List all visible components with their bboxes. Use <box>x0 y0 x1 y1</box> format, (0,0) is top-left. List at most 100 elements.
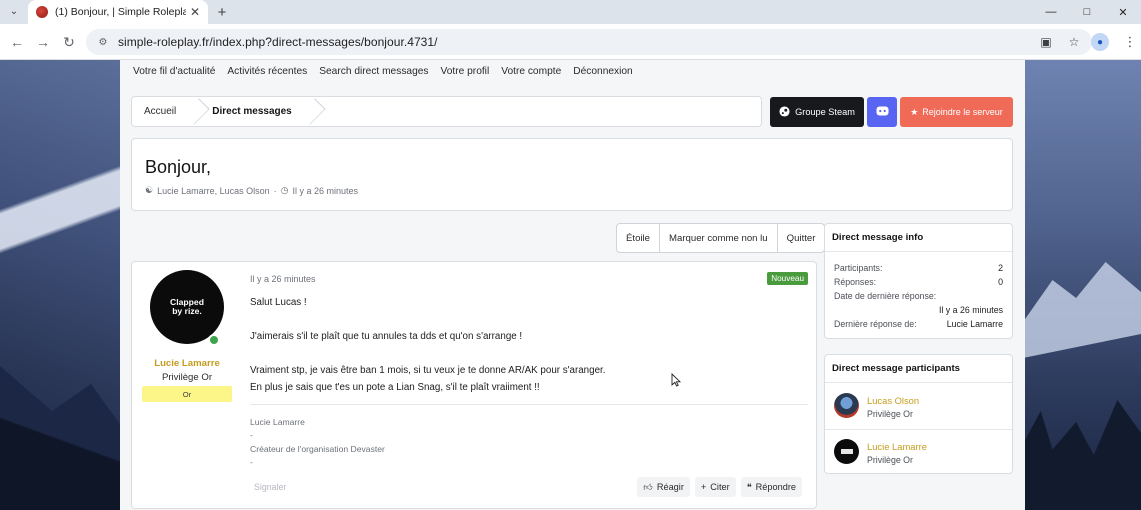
background-mountains-right <box>1023 60 1141 510</box>
dm-info-box: Direct message info Participants: 2 Répo… <box>824 223 1013 339</box>
reload-icon[interactable]: ↻ <box>60 33 78 51</box>
mark-unread-button[interactable]: Marquer comme non lu <box>659 224 777 252</box>
nav-link-profile[interactable]: Votre profil <box>441 66 490 77</box>
message-line: Salut Lucas ! <box>250 297 307 308</box>
tab-close-icon[interactable]: ✕ <box>190 5 200 19</box>
install-app-icon[interactable]: ▣ <box>1038 34 1054 50</box>
nav-link-news-feed[interactable]: Votre fil d'actualité <box>133 66 215 77</box>
breadcrumb-home[interactable]: Accueil <box>132 97 190 126</box>
message-body: Il y a 26 minutes Nouveau Salut Lucas ! … <box>250 262 810 510</box>
message-time[interactable]: Il y a 26 minutes <box>250 274 316 284</box>
bookmark-star-icon[interactable]: ☆ <box>1066 34 1082 50</box>
info-last-date-row: Date de dernière réponse: <box>834 291 1003 301</box>
steam-icon <box>779 105 790 119</box>
maximize-icon[interactable]: □ <box>1069 0 1105 24</box>
new-badge: Nouveau <box>767 272 808 285</box>
info-last-date-label: Date de dernière réponse: <box>834 291 937 301</box>
message-line: J'aimerais s'il te plaît que tu annules … <box>250 331 523 342</box>
thread-time: Il y a 26 minutes <box>292 185 359 196</box>
discord-icon <box>876 106 889 119</box>
page-viewport: Votre fil d'actualité Activités récentes… <box>0 60 1141 510</box>
info-last-date-value-row: Il y a 26 minutes <box>834 305 1003 315</box>
report-link[interactable]: Signaler <box>254 482 286 492</box>
breadcrumb-current[interactable]: Direct messages <box>200 97 306 126</box>
browser-menu-icon[interactable]: ⋮ <box>1123 33 1137 51</box>
dm-participants-title: Direct message participants <box>825 355 1012 383</box>
breadcrumb: Accueil Direct messages <box>131 96 762 127</box>
site-info-icon[interactable]: ⚙ <box>96 35 110 49</box>
forward-arrow-icon[interactable]: → <box>34 33 52 51</box>
thread-actions: Étoile Marquer comme non lu Quitter <box>616 223 826 253</box>
star-button[interactable]: Étoile <box>617 224 659 252</box>
tab-title: (1) Bonjour, | Simple Roleplay <box>55 6 186 18</box>
author-title: Privilège Or <box>161 372 213 383</box>
nav-link-logout[interactable]: Déconnexion <box>573 66 632 77</box>
steam-group-button[interactable]: Groupe Steam <box>770 97 864 127</box>
message-card: Clapped by rize. Lucie Lamarre Privilège … <box>131 261 817 509</box>
signature-line: Créateur de l'organisation Devaster <box>250 444 385 454</box>
leave-button[interactable]: Quitter <box>776 224 825 252</box>
discord-button[interactable] <box>867 97 897 127</box>
star-icon: ★ <box>910 106 919 117</box>
new-tab-icon[interactable]: + <box>213 3 231 21</box>
signature-line: Lucie Lamarre <box>250 417 305 427</box>
dm-info-title: Direct message info <box>825 224 1012 252</box>
browser-tab[interactable]: (1) Bonjour, | Simple Roleplay ✕ <box>28 0 208 24</box>
online-status-icon <box>208 334 220 346</box>
profile-icon[interactable]: ● <box>1091 33 1109 51</box>
minimize-icon[interactable]: — <box>1033 0 1069 24</box>
signature-divider <box>250 404 808 405</box>
react-button[interactable]: 👍︎ Réagir <box>637 477 690 497</box>
breadcrumb-separator <box>190 97 200 126</box>
reply-button[interactable]: ❝ Répondre <box>740 477 802 497</box>
nav-link-account[interactable]: Votre compte <box>501 66 561 77</box>
participant-item[interactable]: Lucie Lamarre Privilège Or <box>825 430 1012 474</box>
message-line: En plus je sais que t'es un pote a Lian … <box>250 382 540 393</box>
join-button-label: Rejoindre le serveur <box>922 107 1003 117</box>
steam-button-label: Groupe Steam <box>795 107 855 117</box>
react-label: Réagir <box>656 482 684 492</box>
info-participants-value: 2 <box>998 263 1003 273</box>
info-participants-row: Participants: 2 <box>834 263 1003 273</box>
plus-icon: + <box>700 482 707 492</box>
author-name[interactable]: Lucie Lamarre <box>132 358 242 369</box>
participant-item[interactable]: Lucas Olson Privilège Or <box>825 384 1012 428</box>
info-last-by-value[interactable]: Lucie Lamarre <box>947 319 1003 329</box>
participants-icon: ☯ <box>145 185 154 195</box>
address-bar[interactable]: ⚙ simple-roleplay.fr/index.php?direct-me… <box>86 29 1092 55</box>
url-text[interactable]: simple-roleplay.fr/index.php?direct-mess… <box>118 35 438 49</box>
account-nav: Votre fil d'actualité Activités récentes… <box>133 62 633 80</box>
participant-name[interactable]: Lucie Lamarre <box>867 441 927 452</box>
thread-participants[interactable]: Lucie Lamarre, Lucas Olson <box>157 186 270 196</box>
nav-link-search-dm[interactable]: Search direct messages <box>319 66 428 77</box>
back-arrow-icon[interactable]: ← <box>8 33 26 51</box>
clock-icon: ◷ <box>280 185 289 195</box>
avatar-mark-icon <box>840 449 853 454</box>
participant-avatar[interactable] <box>834 439 859 464</box>
signature-line: - <box>250 457 253 467</box>
window-controls: — □ ✕ <box>1033 0 1141 24</box>
participant-title: Privilège Or <box>867 455 913 465</box>
thread-header: Bonjour, ☯ Lucie Lamarre, Lucas Olson · … <box>131 138 1013 211</box>
info-last-by-label: Dernière réponse de: <box>834 319 917 329</box>
thread-meta: ☯ Lucie Lamarre, Lucas Olson · ◷ Il y a … <box>145 185 358 196</box>
nav-link-recent-activity[interactable]: Activités récentes <box>227 66 307 77</box>
message-line: Vraiment stp, je vais être ban 1 mois, s… <box>250 365 606 376</box>
message-user-panel: Clapped by rize. Lucie Lamarre Privilège … <box>132 262 242 510</box>
close-window-icon[interactable]: ✕ <box>1105 0 1141 24</box>
participant-avatar[interactable] <box>834 393 859 418</box>
info-last-by-row: Dernière réponse de: Lucie Lamarre <box>834 319 1003 329</box>
participant-name[interactable]: Lucas Olson <box>867 395 919 406</box>
join-server-button[interactable]: ★ Rejoindre le serveur <box>900 97 1013 127</box>
browser-toolbar: ← → ↻ ⚙ simple-roleplay.fr/index.php?dir… <box>0 24 1141 60</box>
participant-title: Privilège Or <box>867 409 913 419</box>
tab-search-icon[interactable]: ⌄ <box>4 3 24 19</box>
avatar[interactable]: Clapped by rize. <box>150 270 224 344</box>
background-mountains-left <box>0 60 130 510</box>
thumbs-up-icon: 👍︎ <box>643 481 653 492</box>
breadcrumb-separator <box>306 97 316 126</box>
info-last-date-value: Il y a 26 minutes <box>938 305 1003 315</box>
quote-button[interactable]: + Citer <box>694 477 736 497</box>
mouse-cursor-icon <box>671 372 682 390</box>
quote-icon: ❝ <box>746 481 752 492</box>
